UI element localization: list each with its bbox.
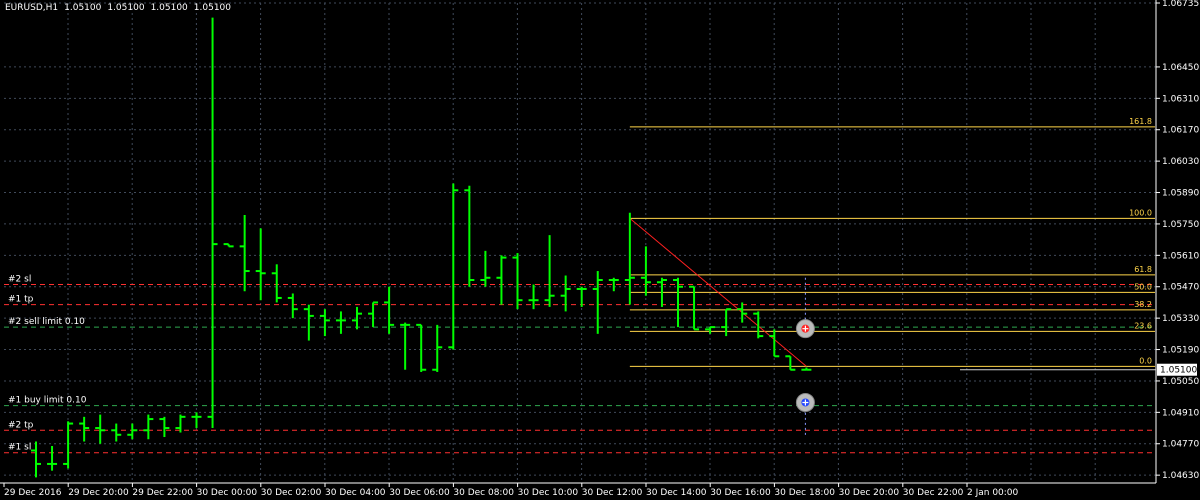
fibo-level-label: 50.0 [1134,282,1152,291]
price-tick-label: 1.05050 [1162,377,1199,387]
price-tick-label: 1.05190 [1162,346,1199,356]
price-tick-label: 1.05890 [1162,189,1199,199]
time-tick-label: 29 Dec 20:00 [68,488,129,498]
symbol-timeframe: EURUSD,H1 [5,3,59,13]
price-tick-label: 1.06450 [1162,63,1199,73]
fibo-level-label: 100.0 [1129,208,1152,217]
fibo-level-label: 23.6 [1134,321,1152,330]
price-tick-label: 1.04770 [1162,440,1199,450]
time-tick-label: 30 Dec 18:00 [774,488,835,498]
time-tick-label: 30 Dec 02:00 [261,488,322,498]
ohlc-close: 1.05100 [193,3,231,13]
price-chart[interactable]: 1.06735 1.06450 1.06310 1.06170 1.06030 1.058… [0,0,1200,500]
price-tick-label: 1.05750 [1162,220,1199,230]
fibo-level-label: 61.8 [1134,265,1152,274]
chart-header: EURUSD,H1 1.05100 1.05100 1.05100 1.05100 [5,3,237,13]
price-tick-label: 1.06170 [1162,126,1199,136]
order-line-label: #1 tp [8,295,34,305]
order-line-label: #2 tp [8,420,34,430]
price-tick-label: 1.06735 [1162,0,1199,9]
time-tick-label: 30 Dec 22:00 [903,488,964,498]
time-tick-label: 2 Jan 00:00 [967,488,1019,498]
time-tick-label: 30 Dec 20:00 [839,488,900,498]
current-price-label: 1.05100 [1160,366,1197,376]
price-tick-label: 1.05610 [1162,251,1199,261]
time-tick-label: 29 Dec 22:00 [132,488,193,498]
time-tick-label: 30 Dec 00:00 [197,488,258,498]
price-tick-label: 1.05330 [1162,314,1199,324]
fibo-level-label: 38.2 [1134,300,1152,309]
price-tick-label: 1.04910 [1162,408,1199,418]
price-tick-label: 1.05470 [1162,283,1199,293]
time-tick-label: 30 Dec 04:00 [325,488,386,498]
time-tick-label: 29 Dec 2016 [4,488,62,498]
ohlc-open: 1.05100 [64,3,102,13]
fibo-level-label: 0.0 [1139,356,1152,365]
order-line-label: #1 buy limit 0.10 [8,396,87,406]
time-tick-label: 30 Dec 10:00 [518,488,579,498]
time-tick-label: 30 Dec 12:00 [582,488,643,498]
order-line-label: #2 sell limit 0.10 [8,317,85,327]
time-tick-label: 30 Dec 06:00 [389,488,450,498]
ohlc-high: 1.05100 [107,3,145,13]
price-tick-label: 1.06310 [1162,94,1199,104]
order-line-label: #2 sl [8,274,31,284]
ohlc-low: 1.05100 [150,3,188,13]
price-tick-label: 1.04630 [1162,471,1199,481]
time-tick-label: 30 Dec 16:00 [710,488,771,498]
time-tick-label: 30 Dec 14:00 [646,488,707,498]
price-tick-label: 1.06030 [1162,157,1199,167]
order-line-label: #1 sl [8,443,31,453]
time-tick-label: 30 Dec 08:00 [453,488,514,498]
fibo-level-label: 161.8 [1129,117,1152,126]
